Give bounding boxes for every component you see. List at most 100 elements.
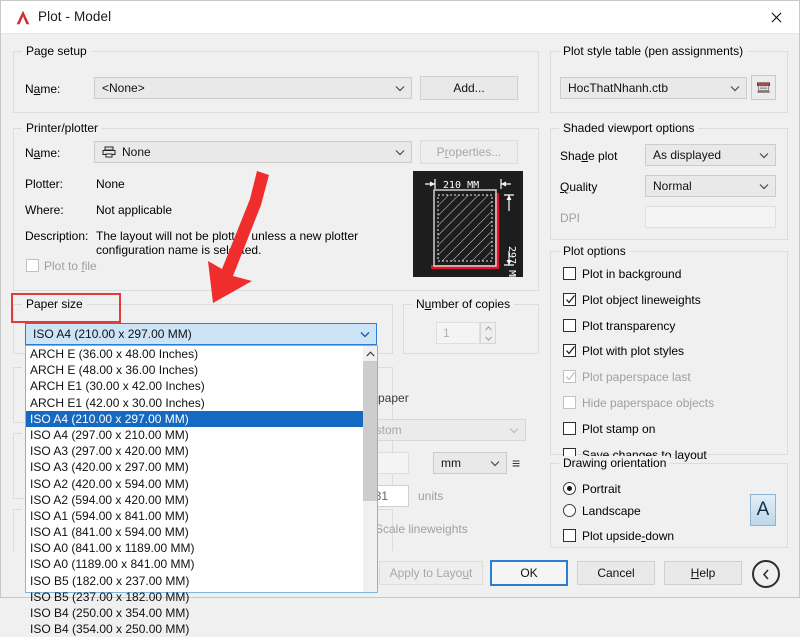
description-value-line1: The layout will not be plotted unless a … <box>96 229 359 243</box>
plot-option-checkbox[interactable] <box>563 370 576 384</box>
plot-option-label: Plot transparency <box>582 318 676 333</box>
paper-size-option[interactable]: ISO A4 (297.00 x 210.00 MM) <box>26 427 363 443</box>
properties-button-label: Properties... <box>436 145 502 159</box>
paper-size-combo[interactable]: ISO A4 (210.00 x 297.00 MM) <box>25 323 377 345</box>
plot-style-table-combo[interactable]: HocThatNhanh.ctb <box>560 77 747 99</box>
paper-size-option[interactable]: ISO A1 (594.00 x 841.00 MM) <box>26 508 363 524</box>
paper-size-option[interactable]: ISO A0 (841.00 x 1189.00 MM) <box>26 540 363 556</box>
quality-label: Quality <box>560 180 598 194</box>
chevron-down-icon <box>391 78 409 98</box>
plot-to-file-checkbox[interactable] <box>26 259 39 272</box>
paper-size-option[interactable]: ISO B4 (250.00 x 354.00 MM) <box>26 605 363 621</box>
plot-option-checkbox[interactable] <box>563 267 576 280</box>
paper-size-option[interactable]: ISO A2 (594.00 x 420.00 MM) <box>26 492 363 508</box>
paper-size-option[interactable]: ARCH E (48.00 x 36.00 Inches) <box>26 362 363 378</box>
scroll-up-icon[interactable] <box>363 346 377 361</box>
cancel-button[interactable]: Cancel <box>577 561 655 585</box>
paper-size-title: Paper size <box>22 297 87 311</box>
orientation-preview-icon: A <box>750 494 776 526</box>
copies-input[interactable]: 1 <box>436 322 480 344</box>
page-setup-name-label: Name: <box>25 82 61 96</box>
plot-option-checkbox[interactable] <box>563 344 576 358</box>
paper-size-option[interactable]: ISO A1 (841.00 x 594.00 MM) <box>26 524 363 540</box>
plot-option-label: Plot object lineweights <box>582 292 701 307</box>
paper-size-option[interactable]: ISO A2 (420.00 x 594.00 MM) <box>26 476 363 492</box>
printer-properties-button[interactable]: Properties... <box>420 140 518 164</box>
paper-size-option[interactable]: ISO A3 (297.00 x 420.00 MM) <box>26 443 363 459</box>
plot-scale-value-partial: ustom <box>369 423 402 437</box>
chevron-down-icon <box>356 324 374 344</box>
paper-size-option[interactable]: ARCH E1 (42.00 x 30.00 Inches) <box>26 395 363 411</box>
page-setup-name-value: <None> <box>102 81 145 95</box>
plot-to-file-label: Plot to file <box>44 259 97 273</box>
drawing-orientation-title: Drawing orientation <box>559 456 671 470</box>
chevron-down-icon <box>755 145 773 165</box>
chevron-down-icon <box>755 176 773 196</box>
plot-option-label: Plot in background <box>582 267 682 281</box>
paper-size-dropdown-list[interactable]: ARCH E (36.00 x 48.00 Inches) ARCH E (48.… <box>25 345 378 636</box>
copies-title: Number of copies <box>412 297 515 311</box>
add-page-setup-button[interactable]: Add... <box>420 76 518 100</box>
plot-option-label: Plot with plot styles <box>582 344 685 359</box>
plotter-label: Plotter: <box>25 177 64 191</box>
plotter-value: None <box>96 177 125 191</box>
plot-scale-units-combo[interactable]: mm <box>433 452 507 474</box>
portrait-label: Portrait <box>582 482 621 496</box>
paper-size-option[interactable]: ISO B5 (182.00 x 237.00 MM) <box>26 573 363 589</box>
units-menu-icon[interactable]: ≡ <box>512 456 520 470</box>
title-bar: Plot - Model <box>1 1 799 34</box>
plot-scale-combo[interactable]: ustom <box>361 419 526 441</box>
plot-option-checkbox[interactable] <box>563 292 576 306</box>
stepper-up-icon[interactable] <box>481 323 495 333</box>
plot-options-title: Plot options <box>559 244 630 258</box>
portrait-radio[interactable] <box>563 482 576 495</box>
plot-upside-down-checkbox[interactable] <box>563 529 576 542</box>
plot-option-checkbox[interactable] <box>563 421 576 435</box>
plot-upside-down-label: Plot upside-down <box>582 529 675 543</box>
help-button[interactable]: Help <box>664 561 742 585</box>
paper-size-option[interactable]: ISO B4 (354.00 x 250.00 MM) <box>26 621 363 637</box>
paper-size-option[interactable]: ARCH E1 (30.00 x 42.00 Inches) <box>26 378 363 394</box>
paper-size-option[interactable]: ISO A3 (420.00 x 297.00 MM) <box>26 459 363 475</box>
page-setup-name-combo[interactable]: <None> <box>94 77 412 99</box>
page-setup-title: Page setup <box>22 44 91 58</box>
cancel-button-label: Cancel <box>597 566 635 580</box>
plot-option-label: Hide paperspace objects <box>582 396 715 410</box>
window-title: Plot - Model <box>38 9 112 24</box>
copies-stepper[interactable] <box>480 322 496 344</box>
autocad-a-logo-icon <box>14 9 32 27</box>
description-label: Description: <box>25 229 89 243</box>
quality-combo[interactable]: Normal <box>645 175 776 197</box>
dropdown-scrollbar[interactable] <box>363 346 377 592</box>
scrollbar-thumb[interactable] <box>363 361 377 501</box>
paper-size-option[interactable]: ARCH E (36.00 x 48.00 Inches) <box>26 346 363 362</box>
stepper-down-icon[interactable] <box>481 333 495 343</box>
landscape-radio[interactable] <box>563 504 576 517</box>
paper-size-option[interactable]: ISO B5 (237.00 x 182.00 MM) <box>26 589 363 605</box>
printer-icon <box>102 146 116 158</box>
printer-plotter-title: Printer/plotter <box>22 121 103 135</box>
plot-option-checkbox[interactable] <box>563 396 576 409</box>
paper-size-option[interactable]: ISO A4 (210.00 x 297.00 MM) <box>26 410 363 427</box>
dpi-input[interactable] <box>645 206 776 228</box>
svg-text:297 MM: 297 MM <box>506 246 517 277</box>
printer-name-combo[interactable]: None <box>94 141 412 163</box>
units-label-partial: units <box>418 489 444 503</box>
ok-button[interactable]: OK <box>490 560 568 586</box>
plot-option-checkbox[interactable] <box>563 318 576 332</box>
help-button-label: Help <box>690 566 716 580</box>
shade-plot-combo[interactable]: As displayed <box>645 144 776 166</box>
chevron-down-icon <box>726 78 744 98</box>
svg-text:210 MM: 210 MM <box>443 180 479 191</box>
description-value-line2: configuration name is selected. <box>96 243 262 257</box>
plot-style-edit-icon[interactable] <box>751 75 776 100</box>
shade-plot-value: As displayed <box>653 148 722 162</box>
chevron-left-circle-icon[interactable] <box>752 560 780 588</box>
close-icon[interactable] <box>753 1 799 33</box>
copies-value: 1 <box>443 326 450 340</box>
chevron-down-icon <box>391 142 409 162</box>
apply-to-layout-button[interactable]: Apply to Layout <box>379 561 483 585</box>
paper-size-option[interactable]: ISO A0 (1189.00 x 841.00 MM) <box>26 556 363 572</box>
orientation-icon-letter: A <box>756 499 770 520</box>
landscape-label: Landscape <box>582 504 641 518</box>
